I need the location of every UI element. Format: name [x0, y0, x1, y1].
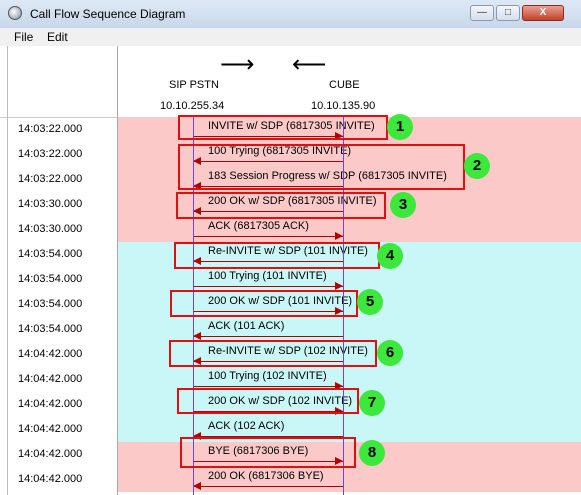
- close-button[interactable]: X: [522, 5, 564, 21]
- row-band: [117, 267, 581, 292]
- menu-file[interactable]: File: [14, 30, 33, 44]
- menu-bar: File Edit: [0, 28, 581, 47]
- maximize-button[interactable]: □: [496, 5, 520, 21]
- message-label: ACK (102 ACK): [208, 420, 285, 432]
- highlight-box: [178, 144, 465, 190]
- timestamp: 14:03:54.000: [18, 248, 83, 260]
- message-row[interactable]: 14:03:54.000: [8, 317, 581, 342]
- timestamp: 14:03:22.000: [18, 173, 83, 185]
- arrow-right-icon: ⟶: [220, 50, 255, 78]
- minimize-button[interactable]: —: [470, 5, 494, 21]
- message-arrow-line: [193, 386, 343, 387]
- diagram-header: ⟶ ⟵ SIP PSTN CUBE 10.10.255.34 10.10.135…: [0, 46, 581, 118]
- timestamp: 14:04:42.000: [18, 448, 83, 460]
- window-title: Call Flow Sequence Diagram: [30, 7, 186, 21]
- step-number-badge: 6: [377, 340, 403, 366]
- highlight-box: [177, 388, 359, 414]
- timestamp: 14:03:54.000: [18, 323, 83, 335]
- arrowhead-right-icon: [335, 232, 343, 240]
- step-number-badge: 1: [387, 114, 413, 140]
- timestamp: 14:03:30.000: [18, 198, 83, 210]
- timestamp: 14:03:30.000: [18, 223, 83, 235]
- message-label: 200 OK (6817306 BYE): [208, 470, 324, 482]
- message-label: ACK (6817305 ACK): [208, 220, 309, 232]
- highlight-box: [180, 437, 356, 468]
- arrowhead-left-icon: [193, 332, 201, 340]
- timestamp: 14:04:42.000: [18, 473, 83, 485]
- right-party-name: CUBE: [329, 79, 360, 91]
- timestamp: 14:03:22.000: [18, 148, 83, 160]
- title-bar: Call Flow Sequence Diagram — □ X: [0, 0, 581, 29]
- message-label: 100 Trying (101 INVITE): [208, 270, 327, 282]
- message-label: 100 Trying (102 INVITE): [208, 370, 327, 382]
- row-band: [117, 217, 581, 242]
- message-arrow-line: [193, 236, 343, 237]
- menu-edit[interactable]: Edit: [47, 30, 68, 44]
- step-number-badge: 4: [377, 243, 403, 269]
- message-arrow-line: [193, 486, 343, 487]
- arrowhead-right-icon: [335, 282, 343, 290]
- app-icon: [8, 6, 22, 20]
- timestamp: 14:04:42.000: [18, 373, 83, 385]
- timestamp: 14:04:42.000: [18, 348, 83, 360]
- highlight-box: [176, 192, 386, 219]
- column-divider: [117, 46, 118, 495]
- timestamp: 14:04:42.000: [18, 398, 83, 410]
- step-number-badge: 7: [359, 390, 385, 416]
- left-party-name: SIP PSTN: [169, 79, 219, 91]
- timestamp: 14:04:42.000: [18, 423, 83, 435]
- step-number-badge: 5: [357, 289, 383, 315]
- left-party-ip: 10.10.255.34: [160, 100, 225, 112]
- row-band: [117, 317, 581, 342]
- message-arrow-line: [193, 336, 343, 337]
- highlight-box: [169, 340, 377, 367]
- timestamp: 14:03:22.000: [18, 123, 83, 135]
- step-number-badge: 8: [359, 440, 385, 466]
- highlight-box: [178, 115, 388, 140]
- step-number-badge: 3: [390, 192, 416, 218]
- timestamp: 14:03:54.000: [18, 273, 83, 285]
- step-number-badge: 2: [464, 153, 490, 179]
- arrow-left-icon: ⟵: [292, 50, 327, 78]
- highlight-box: [174, 242, 380, 269]
- right-party-ip: 10.10.135.90: [311, 100, 376, 112]
- highlight-box: [170, 290, 358, 317]
- message-label: ACK (101 ACK): [208, 320, 285, 332]
- timestamp: 14:03:54.000: [18, 298, 83, 310]
- row-band: [117, 467, 581, 492]
- message-arrow-line: [193, 286, 343, 287]
- arrowhead-left-icon: [193, 482, 201, 490]
- left-border: [7, 46, 8, 495]
